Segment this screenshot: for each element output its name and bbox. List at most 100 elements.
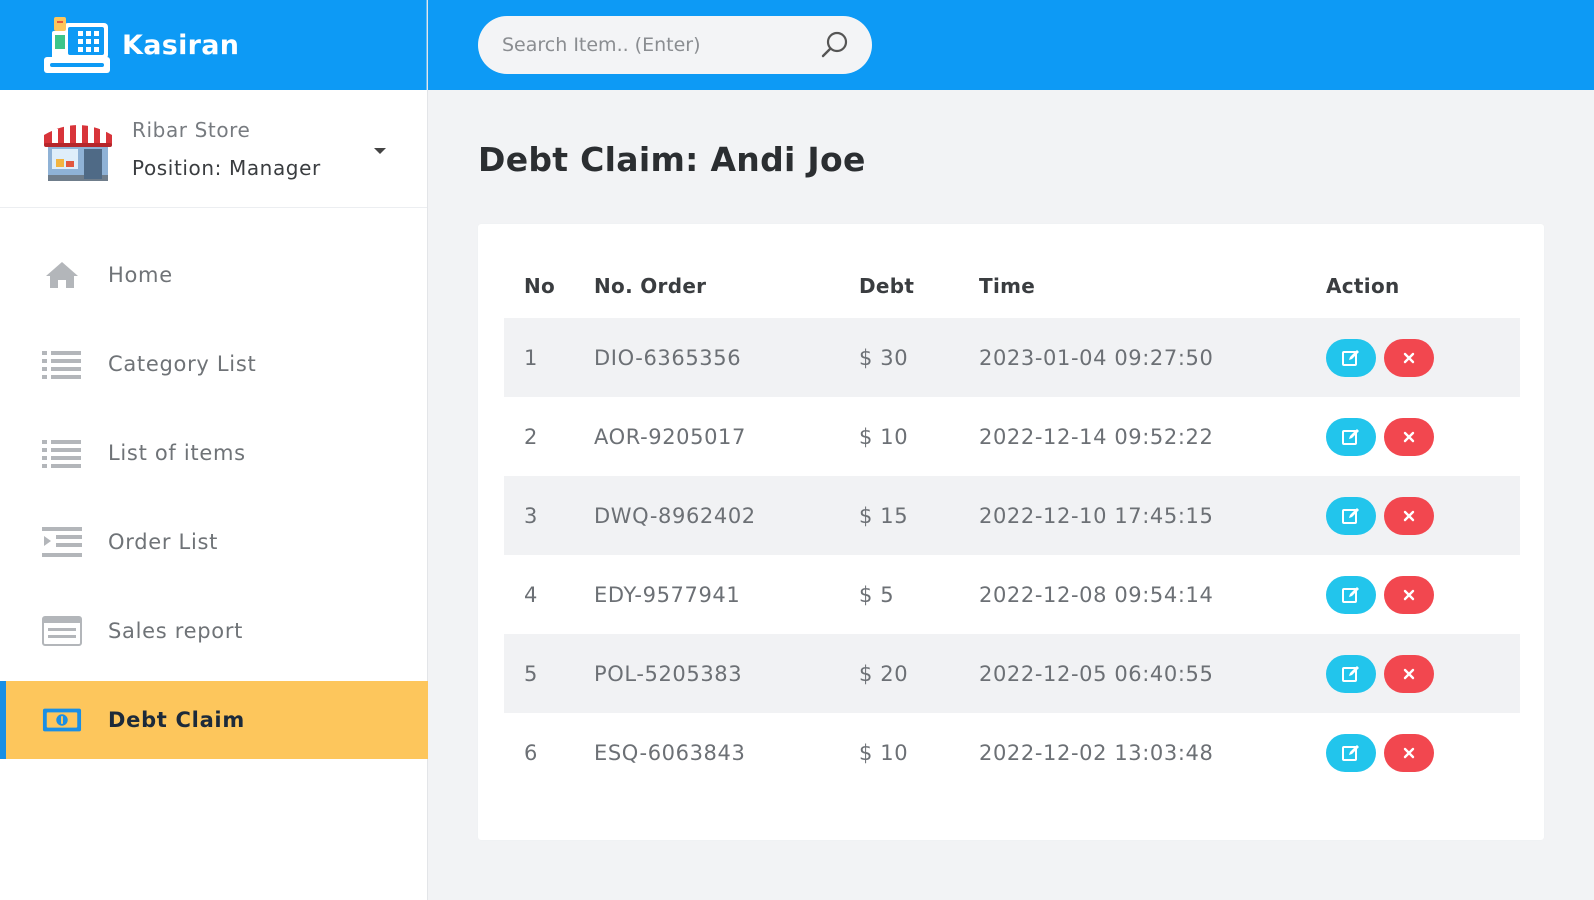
sidebar-item-label: Home — [108, 263, 173, 287]
table-header-row: No No. Order Debt Time Action — [504, 254, 1520, 318]
edit-button[interactable] — [1326, 733, 1376, 772]
edit-button[interactable] — [1326, 575, 1376, 614]
close-icon — [1403, 589, 1415, 600]
cell-order: AOR-9205017 — [594, 424, 746, 449]
brand[interactable]: Kasiran — [0, 0, 427, 90]
app-name: Kasiran — [122, 29, 240, 61]
sidebar-item-category-list[interactable]: Category List — [0, 325, 428, 403]
edit-icon — [1342, 507, 1359, 524]
sidebar-item-label: List of items — [108, 441, 246, 465]
cell-debt: $ 15 — [859, 503, 909, 528]
cell-action — [1326, 713, 1520, 792]
debt-table: No No. Order Debt Time Action 1 DIO-6365… — [504, 254, 1520, 792]
cell-time: 2022-12-08 09:54:14 — [979, 582, 1214, 607]
column-header-no: No — [524, 274, 556, 298]
list-icon — [42, 349, 82, 379]
cell-action — [1326, 318, 1520, 397]
edit-button[interactable] — [1326, 654, 1376, 693]
sidebar-item-label: Order List — [108, 530, 219, 554]
close-icon — [1403, 668, 1415, 679]
cell-time: 2022-12-14 09:52:22 — [979, 424, 1214, 449]
delete-button[interactable] — [1384, 338, 1434, 377]
sidebar-item-label: Debt Claim — [108, 708, 245, 732]
close-icon — [1403, 510, 1415, 521]
cell-no: 2 — [524, 424, 538, 449]
cell-time: 2022-12-02 13:03:48 — [979, 740, 1214, 765]
cell-action — [1326, 397, 1520, 476]
money-icon — [42, 705, 82, 735]
table-row: 1 DIO-6365356 $ 30 2023-01-04 09:27:50 — [504, 318, 1520, 397]
sidebar-item-sales-report[interactable]: Sales report — [0, 592, 428, 670]
edit-icon — [1342, 744, 1359, 761]
table-row: 5 POL-5205383 $ 20 2022-12-05 06:40:55 — [504, 634, 1520, 713]
cell-order: EDY-9577941 — [594, 582, 741, 607]
delete-button[interactable] — [1384, 733, 1434, 772]
column-header-action: Action — [1326, 274, 1400, 298]
cell-debt: $ 5 — [859, 582, 895, 607]
sidebar: Kasiran Ribar Store Position: Manager Ho… — [0, 0, 428, 900]
search-box[interactable] — [478, 16, 872, 74]
table-row: 6 ESQ-6063843 $ 10 2022-12-02 13:03:48 — [504, 713, 1520, 792]
page-title: Debt Claim: Andi Joe — [478, 140, 866, 179]
delete-button[interactable] — [1384, 654, 1434, 693]
column-header-debt: Debt — [859, 274, 915, 298]
sidebar-item-label: Category List — [108, 352, 257, 376]
delete-button[interactable] — [1384, 575, 1434, 614]
store-name: Ribar Store — [132, 117, 251, 142]
edit-button[interactable] — [1326, 496, 1376, 535]
sidebar-item-order-list[interactable]: Order List — [0, 503, 428, 581]
edit-icon — [1342, 428, 1359, 445]
table-row: 3 DWQ-8962402 $ 15 2022-12-10 17:45:15 — [504, 476, 1520, 555]
table-row: 4 EDY-9577941 $ 5 2022-12-08 09:54:14 — [504, 555, 1520, 634]
column-header-time: Time — [979, 274, 1036, 298]
edit-icon — [1342, 665, 1359, 682]
store-position: Position: Manager — [132, 155, 321, 180]
edit-icon — [1342, 586, 1359, 603]
cell-no: 4 — [524, 582, 538, 607]
cell-debt: $ 10 — [859, 424, 909, 449]
debt-table-card: No No. Order Debt Time Action 1 DIO-6365… — [478, 224, 1544, 840]
cell-no: 1 — [524, 345, 538, 370]
store-profile[interactable]: Ribar Store Position: Manager — [0, 90, 427, 208]
edit-button[interactable] — [1326, 417, 1376, 456]
home-icon — [42, 260, 82, 290]
close-icon — [1403, 352, 1415, 363]
sidebar-item-label: Sales report — [108, 619, 244, 643]
edit-icon — [1342, 349, 1359, 366]
cell-order: POL-5205383 — [594, 661, 743, 686]
search-icon[interactable] — [820, 30, 850, 60]
cell-debt: $ 30 — [859, 345, 909, 370]
search-input[interactable] — [502, 34, 802, 56]
cell-order: DWQ-8962402 — [594, 503, 756, 528]
cell-debt: $ 20 — [859, 661, 909, 686]
edit-button[interactable] — [1326, 338, 1376, 377]
delete-button[interactable] — [1384, 417, 1434, 456]
sidebar-item-debt-claim[interactable]: Debt Claim — [0, 681, 428, 759]
cell-action — [1326, 476, 1520, 555]
report-icon — [42, 616, 82, 646]
cell-time: 2022-12-05 06:40:55 — [979, 661, 1214, 686]
delete-button[interactable] — [1384, 496, 1434, 535]
sidebar-nav: Home Category List List of items Order L… — [0, 236, 428, 770]
top-bar — [428, 0, 1594, 90]
cell-no: 6 — [524, 740, 538, 765]
cell-debt: $ 10 — [859, 740, 909, 765]
table-row: 2 AOR-9205017 $ 10 2022-12-14 09:52:22 — [504, 397, 1520, 476]
store-info: Ribar Store Position: Manager — [132, 118, 321, 180]
store-icon — [44, 122, 112, 181]
list-icon — [42, 438, 82, 468]
column-header-order: No. Order — [594, 274, 707, 298]
cell-time: 2022-12-10 17:45:15 — [979, 503, 1214, 528]
order-list-icon — [42, 527, 82, 557]
cell-order: ESQ-6063843 — [594, 740, 746, 765]
cell-no: 3 — [524, 503, 538, 528]
cell-order: DIO-6365356 — [594, 345, 742, 370]
cell-no: 5 — [524, 661, 538, 686]
cash-register-icon — [44, 17, 110, 73]
cell-action — [1326, 555, 1520, 634]
cell-action — [1326, 634, 1520, 713]
sidebar-item-home[interactable]: Home — [0, 236, 428, 314]
sidebar-item-list-of-items[interactable]: List of items — [0, 414, 428, 492]
chevron-down-icon[interactable] — [374, 148, 386, 154]
close-icon — [1403, 431, 1415, 442]
